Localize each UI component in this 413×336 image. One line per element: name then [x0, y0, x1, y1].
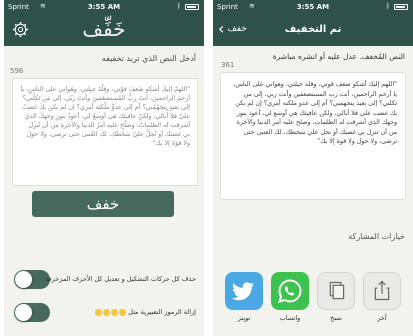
emoji-icon	[119, 308, 127, 316]
remove-emoji-toggle[interactable]	[14, 303, 50, 322]
toggle-row-remove-emoji: إزالة الرموز التعبيرية مثل	[4, 301, 204, 323]
lighten-button[interactable]: خفف	[32, 191, 174, 217]
input-instruction: أدخل النص الذي تريد تخفيفه	[101, 54, 196, 63]
whatsapp-icon	[271, 272, 309, 310]
share-other[interactable]: آخر	[363, 272, 401, 322]
result-instruction: النص المُخفف. عدل عليه أو انشره مباشرة	[272, 52, 405, 61]
bluetooth-icon: ᛒ	[385, 2, 390, 10]
share-whatsapp[interactable]: واتساب	[271, 272, 309, 322]
share-label: آخر	[377, 314, 387, 322]
remove-emoji-text: إزالة الرموز التعبيرية مثل	[128, 308, 196, 316]
emoji-icon	[103, 308, 111, 316]
remove-emoji-label: إزالة الرموز التعبيرية مثل	[94, 308, 196, 316]
char-counter: 596	[10, 67, 24, 75]
share-copy[interactable]: نسخ	[317, 272, 355, 322]
output-text: "اللهم إليك أشكو ضعف قوتي، وقلة حيلتي، و…	[233, 81, 397, 145]
toggle-row-remove-diacritics: حذف كل حركات التشكيل و تعديل كل الأحرف ا…	[4, 268, 204, 290]
twitter-icon	[225, 272, 263, 310]
emoji-icon	[95, 308, 103, 316]
share-label: تويتر	[237, 314, 251, 322]
remove-diacritics-label: حذف كل حركات التشكيل و تعديل كل الأحرف ا…	[45, 275, 196, 283]
nav-bar: ‹ خفف تم التخفيف	[213, 14, 413, 46]
compose-screen: Sprint ≋ 3:55 AM ᛒ خَفِّف أدخل النص الذي…	[4, 0, 204, 336]
nav-bar: خَفِّف	[4, 14, 204, 46]
battery-icon	[394, 4, 408, 10]
emoji-icon	[111, 308, 119, 316]
status-bar: Sprint ≋ 3:55 AM ᛒ	[4, 0, 204, 14]
bluetooth-icon: ᛒ	[176, 2, 181, 10]
share-options: تويتر واتساب نسخ آخر	[213, 272, 413, 336]
status-time: 3:55 AM	[87, 3, 121, 11]
share-twitter[interactable]: تويتر	[225, 272, 263, 322]
input-text: "اللهمّ إليكَ أشكو ضَعفَ قوّتِي، وقِلّةَ…	[20, 86, 191, 147]
share-options-title: خيارات المشاركة	[348, 232, 405, 241]
toggle-knob	[15, 271, 32, 288]
status-time: 3:55 AM	[296, 3, 330, 11]
app-logo: خَفِّف	[82, 17, 126, 41]
battery-icon	[185, 4, 199, 10]
share-label: واتساب	[279, 314, 301, 322]
copy-icon	[317, 272, 355, 310]
char-counter: 361	[221, 61, 235, 69]
result-screen: Sprint ≋ 3:55 AM ᛒ ‹ خفف تم التخفيف النص…	[213, 0, 413, 336]
toggle-knob	[15, 304, 32, 321]
share-label: نسخ	[330, 314, 342, 322]
output-textarea[interactable]: "اللهم إليك أشكو ضعف قوتي، وقلة حيلتي، و…	[220, 72, 406, 200]
page-title: تم التخفيف	[284, 24, 342, 35]
status-bar: Sprint ≋ 3:55 AM ᛒ	[213, 0, 413, 14]
share-icon	[363, 272, 401, 310]
input-textarea[interactable]: "اللهمّ إليكَ أشكو ضَعفَ قوّتِي، وقِلّةَ…	[12, 78, 198, 186]
